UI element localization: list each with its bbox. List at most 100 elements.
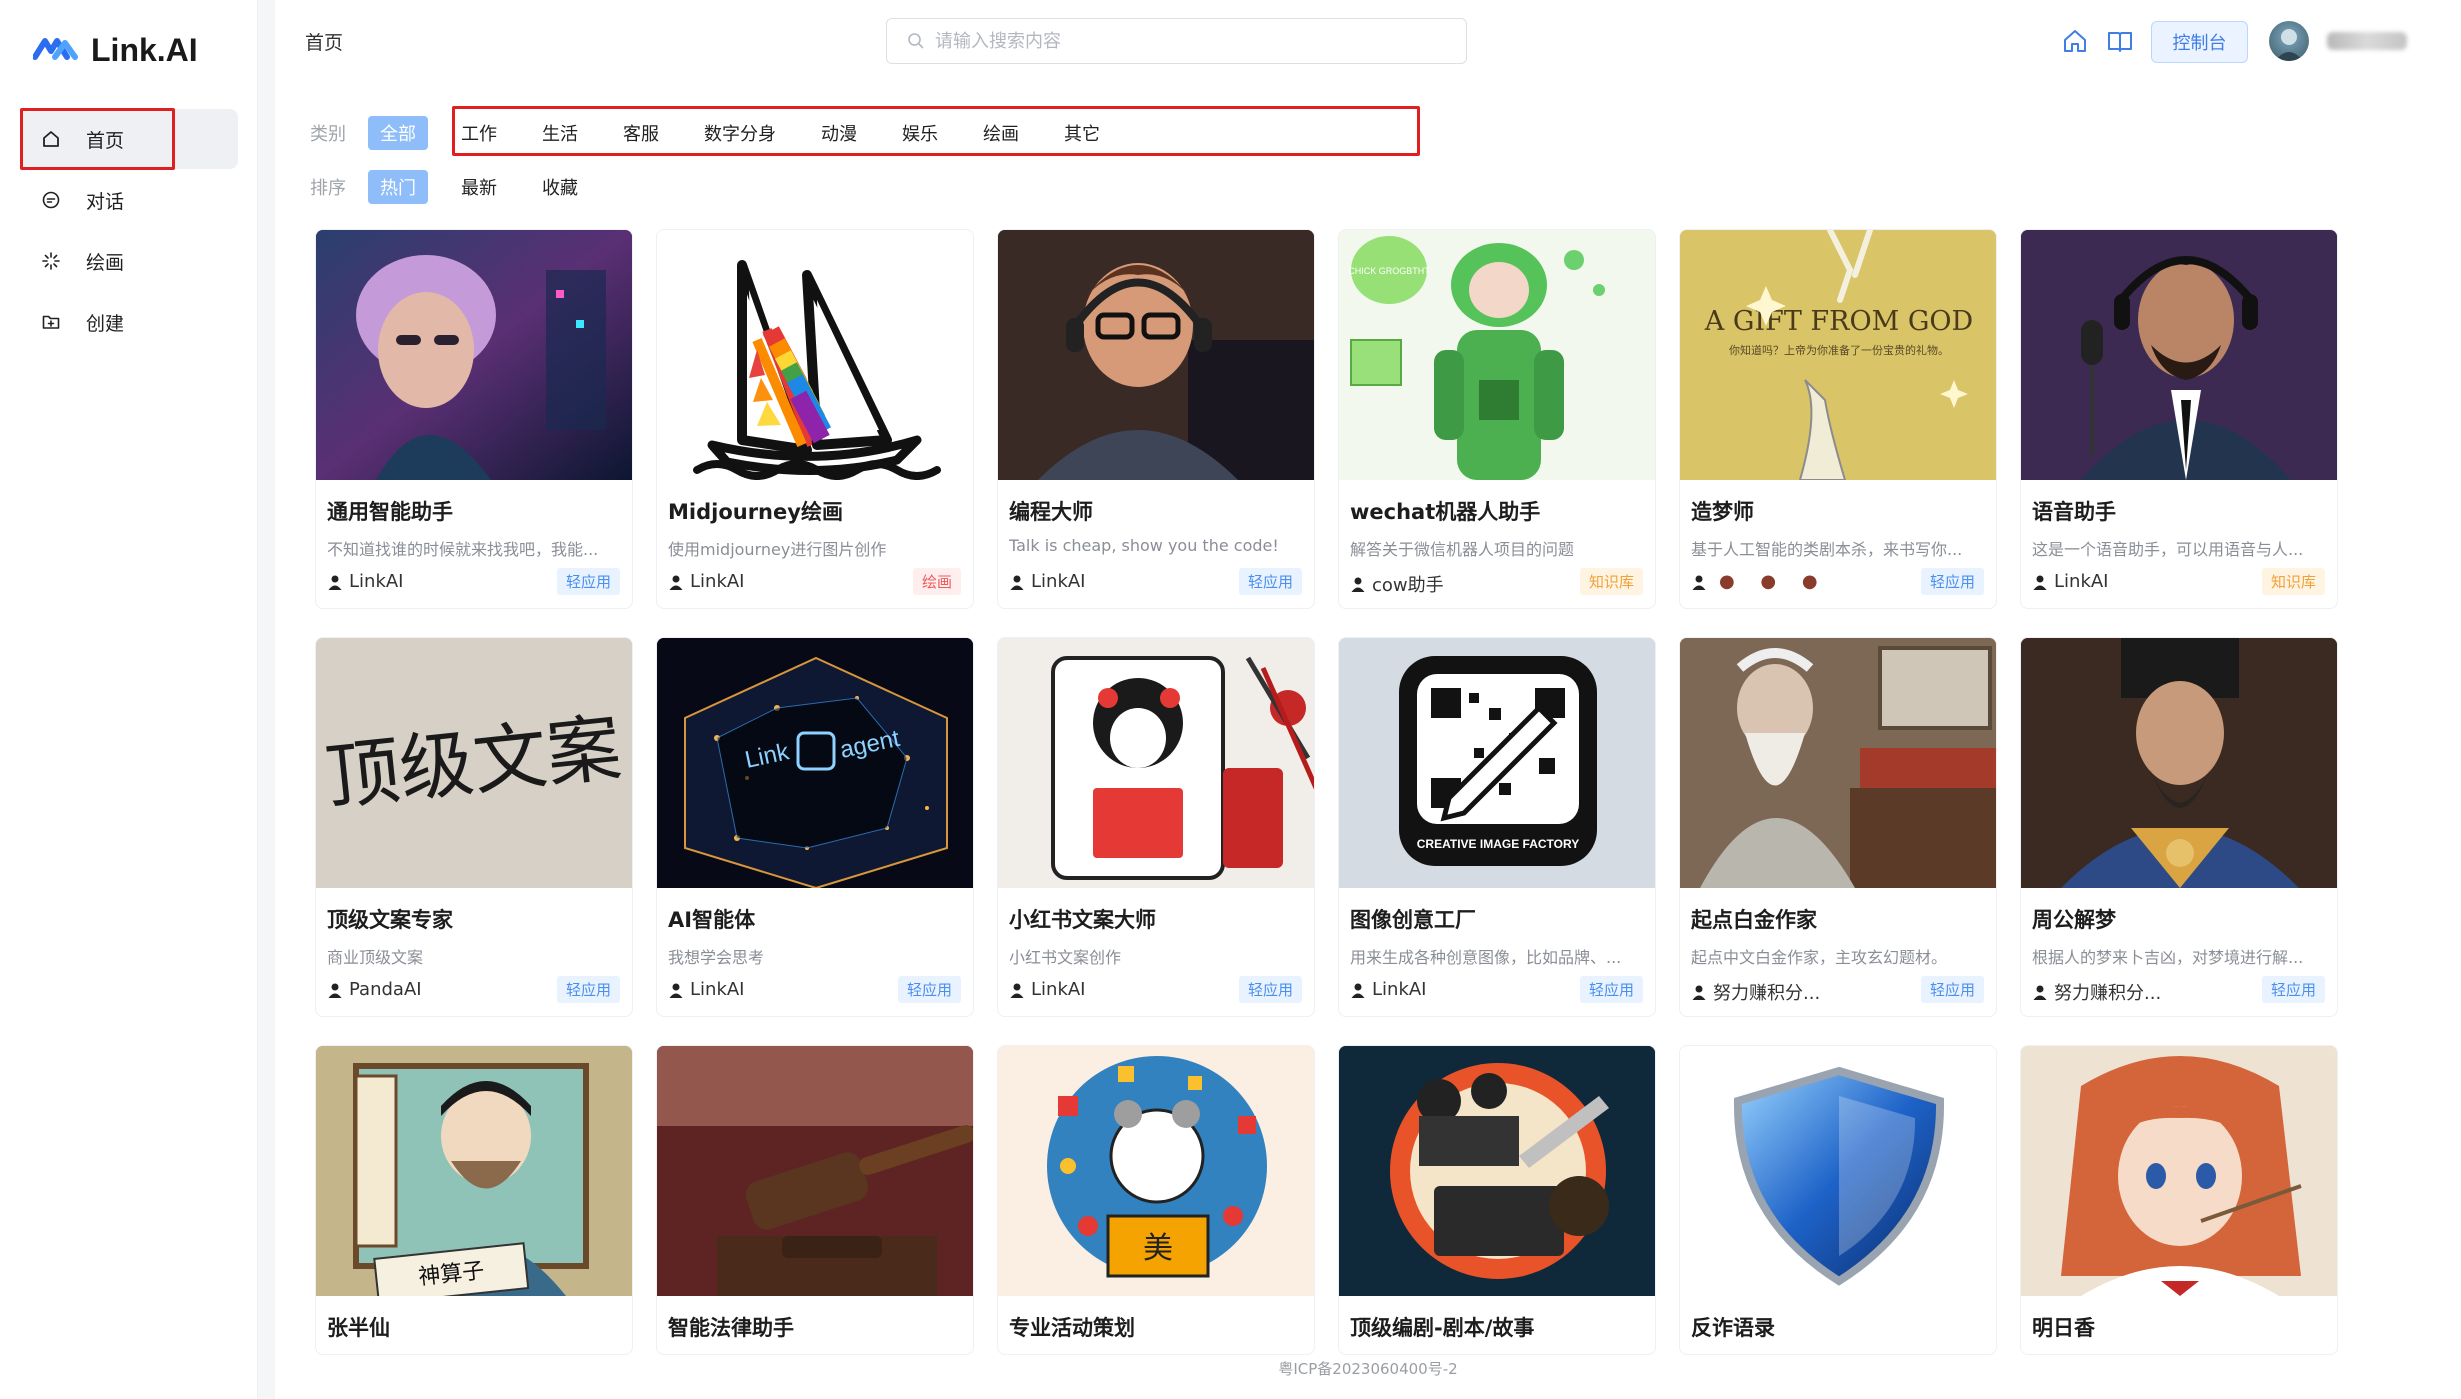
category-chip-work[interactable]: 工作 — [449, 116, 509, 150]
logo-text: Link.AI — [91, 31, 198, 68]
category-chip-other[interactable]: 其它 — [1052, 116, 1112, 150]
docs-book-icon[interactable] — [2105, 26, 2135, 60]
sort-chip-favorites[interactable]: 收藏 — [530, 170, 590, 204]
app-card[interactable]: 反诈语录 — [1679, 1045, 1997, 1355]
search-input[interactable] — [935, 30, 1435, 52]
card-description: 小红书文案创作 — [1009, 948, 1122, 967]
author-emoji-icons: ● ● ● — [1719, 571, 1828, 592]
app-card[interactable]: 美 专业活动策划 — [997, 1045, 1315, 1355]
card-author-name: cow助手 — [1372, 575, 1444, 596]
app-card[interactable]: 起点白金作家 起点中文白金作家，主攻玄幻题材。 努力赚积分... 轻应用 — [1679, 637, 1997, 1017]
card-description: 解答关于微信机器人项目的问题 — [1350, 540, 1575, 559]
app-card[interactable]: 周公解梦 根据人的梦来卜吉凶，对梦境进行解... 努力赚积分... 轻应用 — [2020, 637, 2338, 1017]
app-card[interactable]: 神算子 张半仙 — [315, 1045, 633, 1355]
sort-filter-row: 排序 热门 最新 收藏 — [310, 168, 611, 206]
logo-icon — [33, 38, 78, 60]
card-thumbnail-dream-scholar — [2021, 638, 2337, 888]
card-thumbnail-cyberpunk — [316, 230, 632, 480]
app-card[interactable]: Link agent AI智能体 我想学会思考 LinkAI 轻应用 — [656, 637, 974, 1017]
home-icon — [40, 128, 62, 150]
app-card[interactable]: 编程大师 Talk is cheap, show you the code! L… — [997, 229, 1315, 609]
card-tag: 轻应用 — [2261, 976, 2325, 1003]
username-blurred[interactable] — [2327, 32, 2407, 50]
card-author: LinkAI — [668, 979, 744, 1000]
sidebar-item-create[interactable]: 创建 — [20, 292, 238, 352]
app-card[interactable]: 顶级编剧-剧本/故事 — [1338, 1045, 1656, 1355]
logo[interactable]: Link.AI — [33, 28, 198, 72]
home-shortcut-icon[interactable] — [2060, 26, 2090, 60]
category-chip-anime[interactable]: 动漫 — [809, 116, 869, 150]
app-card[interactable]: CREATIVE IMAGE FACTORY 图像创意工厂 用来生成各种创意图像… — [1338, 637, 1656, 1017]
thumb-gift-title: A GIFT FROM GOD — [1704, 306, 1973, 337]
app-card[interactable]: Midjourney绘画 使用midjourney进行图片创作 LinkAI 绘… — [656, 229, 974, 609]
card-author-name: LinkAI — [1372, 979, 1427, 1000]
sidebar-item-draw[interactable]: 绘画 — [20, 231, 238, 291]
card-author: LinkAI — [1009, 571, 1085, 592]
user-icon — [1692, 575, 1706, 590]
card-author: LinkAI — [327, 571, 403, 592]
app-card[interactable]: 语音助手 这是一个语音助手，可以用语音与人... LinkAI 知识库 — [2020, 229, 2338, 609]
card-thumbnail-gavel — [657, 1046, 973, 1296]
card-tag: 轻应用 — [1238, 568, 1302, 595]
card-thumbnail-fortune-teller: 神算子 — [316, 1046, 632, 1296]
card-title: 专业活动策划 — [1009, 1316, 1135, 1340]
user-icon — [1692, 985, 1706, 1000]
category-chip-service[interactable]: 客服 — [611, 116, 671, 150]
sidebar-item-home[interactable]: 首页 — [20, 109, 238, 169]
sidebar-item-label: 首页 — [86, 129, 125, 152]
card-author: 努力赚积分... — [2032, 979, 2161, 1005]
console-button[interactable]: 控制台 — [2151, 21, 2248, 63]
category-chip-life[interactable]: 生活 — [530, 116, 590, 150]
card-author-name: LinkAI — [1031, 979, 1086, 1000]
main-content: 首页 控制台 类别 全部 工作 生活 客服 数字分身 动漫 娱乐 绘画 其它 排… — [275, 0, 2461, 1399]
category-chip-entertainment[interactable]: 娱乐 — [890, 116, 950, 150]
category-label: 类别 — [310, 124, 346, 145]
category-chip-digital-twin[interactable]: 数字分身 — [692, 116, 788, 150]
card-description: 使用midjourney进行图片创作 — [668, 540, 887, 559]
sort-label: 排序 — [310, 178, 346, 199]
card-title: Midjourney绘画 — [668, 500, 843, 524]
card-author: 努力赚积分... — [1691, 979, 1820, 1005]
card-title: 周公解梦 — [2032, 908, 2116, 932]
user-icon — [1351, 577, 1365, 592]
card-tag: 轻应用 — [556, 568, 620, 595]
sidebar-item-label: 对话 — [86, 190, 125, 213]
card-thumbnail-event-planning: 美 — [998, 1046, 1314, 1296]
card-tag: 轻应用 — [1920, 976, 1984, 1003]
card-tag: 轻应用 — [1579, 976, 1643, 1003]
user-icon — [2033, 985, 2047, 1000]
app-card[interactable]: 智能法律助手 — [656, 1045, 974, 1355]
card-author: LinkAI — [1350, 979, 1426, 1000]
card-title: 小红书文案大师 — [1009, 908, 1156, 932]
search-box[interactable] — [886, 18, 1467, 64]
app-card[interactable]: 顶级文案 顶级文案专家 商业顶级文案 PandaAI 轻应用 — [315, 637, 633, 1017]
card-description: 基于人工智能的类剧本杀，来书写你... — [1691, 540, 1963, 559]
card-tag: 轻应用 — [1238, 976, 1302, 1003]
app-card[interactable]: 通用智能助手 不知道找谁的时候就来找我吧，我能... LinkAI 轻应用 — [315, 229, 633, 609]
card-tag: 知识库 — [2261, 568, 2325, 595]
avatar[interactable] — [2269, 21, 2309, 61]
card-description: Talk is cheap, show you the code! — [1009, 536, 1279, 555]
category-chip-all[interactable]: 全部 — [368, 116, 428, 150]
app-card[interactable]: CHICK GROGBTHT wechat机器人助手 解答关于微信机器人项目的问… — [1338, 229, 1656, 609]
sidebar-item-chat[interactable]: 对话 — [20, 170, 238, 230]
app-card[interactable]: A GIFT FROM GOD 你知道吗？上帝为你准备了一份宝贵的礼物。 造梦师… — [1679, 229, 1997, 609]
card-thumbnail-asuka — [2021, 1046, 2337, 1296]
search-icon — [908, 33, 924, 49]
card-thumbnail-programmer — [998, 230, 1314, 480]
card-thumbnail-screenwriter — [1339, 1046, 1655, 1296]
card-thumbnail-xiaohongshu — [998, 638, 1314, 888]
sort-chip-hot[interactable]: 热门 — [368, 170, 428, 204]
card-title: wechat机器人助手 — [1350, 500, 1541, 524]
card-thumbnail-voice-assistant — [2021, 230, 2337, 480]
sort-chip-latest[interactable]: 最新 — [449, 170, 509, 204]
app-card[interactable]: 明日香 — [2020, 1045, 2338, 1355]
card-title: 明日香 — [2032, 1316, 2095, 1340]
user-icon — [328, 575, 342, 590]
category-chip-drawing[interactable]: 绘画 — [971, 116, 1031, 150]
card-tag: 轻应用 — [1920, 568, 1984, 595]
card-description: 商业顶级文案 — [327, 948, 424, 967]
app-card[interactable]: 小红书文案大师 小红书文案创作 LinkAI 轻应用 — [997, 637, 1315, 1017]
card-description: 用来生成各种创意图像，比如品牌、... — [1350, 948, 1622, 967]
card-thumbnail-creative-factory: CREATIVE IMAGE FACTORY — [1339, 638, 1655, 888]
